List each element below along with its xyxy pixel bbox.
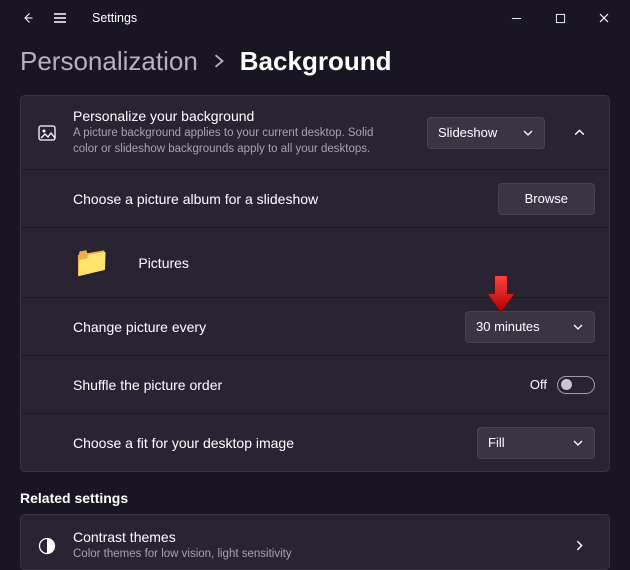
album-label: Choose a picture album for a slideshow [73,191,486,207]
breadcrumb-current: Background [240,46,392,77]
folder-row[interactable]: 📁 Pictures [21,227,609,297]
panel-header[interactable]: Personalize your background A picture ba… [21,96,609,169]
back-button[interactable] [18,8,38,28]
shuffle-toggle[interactable] [557,376,595,394]
chevron-right-icon [563,539,595,552]
chevron-down-icon [522,127,534,139]
panel-title: Personalize your background [73,108,413,124]
fit-label: Choose a fit for your desktop image [73,435,465,451]
menu-icon[interactable] [50,8,70,28]
folder-icon: 📁 [73,248,110,278]
picture-icon [35,123,59,143]
browse-button[interactable]: Browse [498,183,595,215]
window-title: Settings [92,11,137,25]
select-value: 30 minutes [476,319,540,334]
contrast-icon [35,536,59,556]
chevron-down-icon [572,437,584,449]
contrast-desc: Color themes for low vision, light sensi… [73,547,393,563]
shuffle-row: Shuffle the picture order Off [21,355,609,413]
breadcrumb-parent[interactable]: Personalization [20,46,198,77]
contrast-themes-row[interactable]: Contrast themes Color themes for low vis… [20,514,610,570]
select-value: Fill [488,435,505,450]
maximize-button[interactable] [538,2,582,34]
fit-row: Choose a fit for your desktop image Fill [21,413,609,471]
minimize-button[interactable] [494,2,538,34]
panel-description: A picture background applies to your cur… [73,126,393,157]
related-heading: Related settings [20,490,610,506]
collapse-button[interactable] [563,126,595,139]
album-row: Choose a picture album for a slideshow B… [21,169,609,227]
titlebar: Settings [0,0,630,36]
toggle-state: Off [530,377,547,392]
chevron-down-icon [572,321,584,333]
folder-name: Pictures [138,255,189,271]
background-panel: Personalize your background A picture ba… [20,95,610,472]
select-value: Slideshow [438,125,497,140]
chevron-up-icon [573,126,586,139]
fit-select[interactable]: Fill [477,427,595,459]
breadcrumb: Personalization Background [0,36,630,95]
chevron-right-icon [212,51,226,74]
shuffle-label: Shuffle the picture order [73,377,518,393]
contrast-title: Contrast themes [73,529,545,545]
background-type-select[interactable]: Slideshow [427,117,545,149]
interval-select[interactable]: 30 minutes [465,311,595,343]
close-button[interactable] [582,2,626,34]
interval-row: Change picture every 30 minutes [21,297,609,355]
interval-label: Change picture every [73,319,453,335]
